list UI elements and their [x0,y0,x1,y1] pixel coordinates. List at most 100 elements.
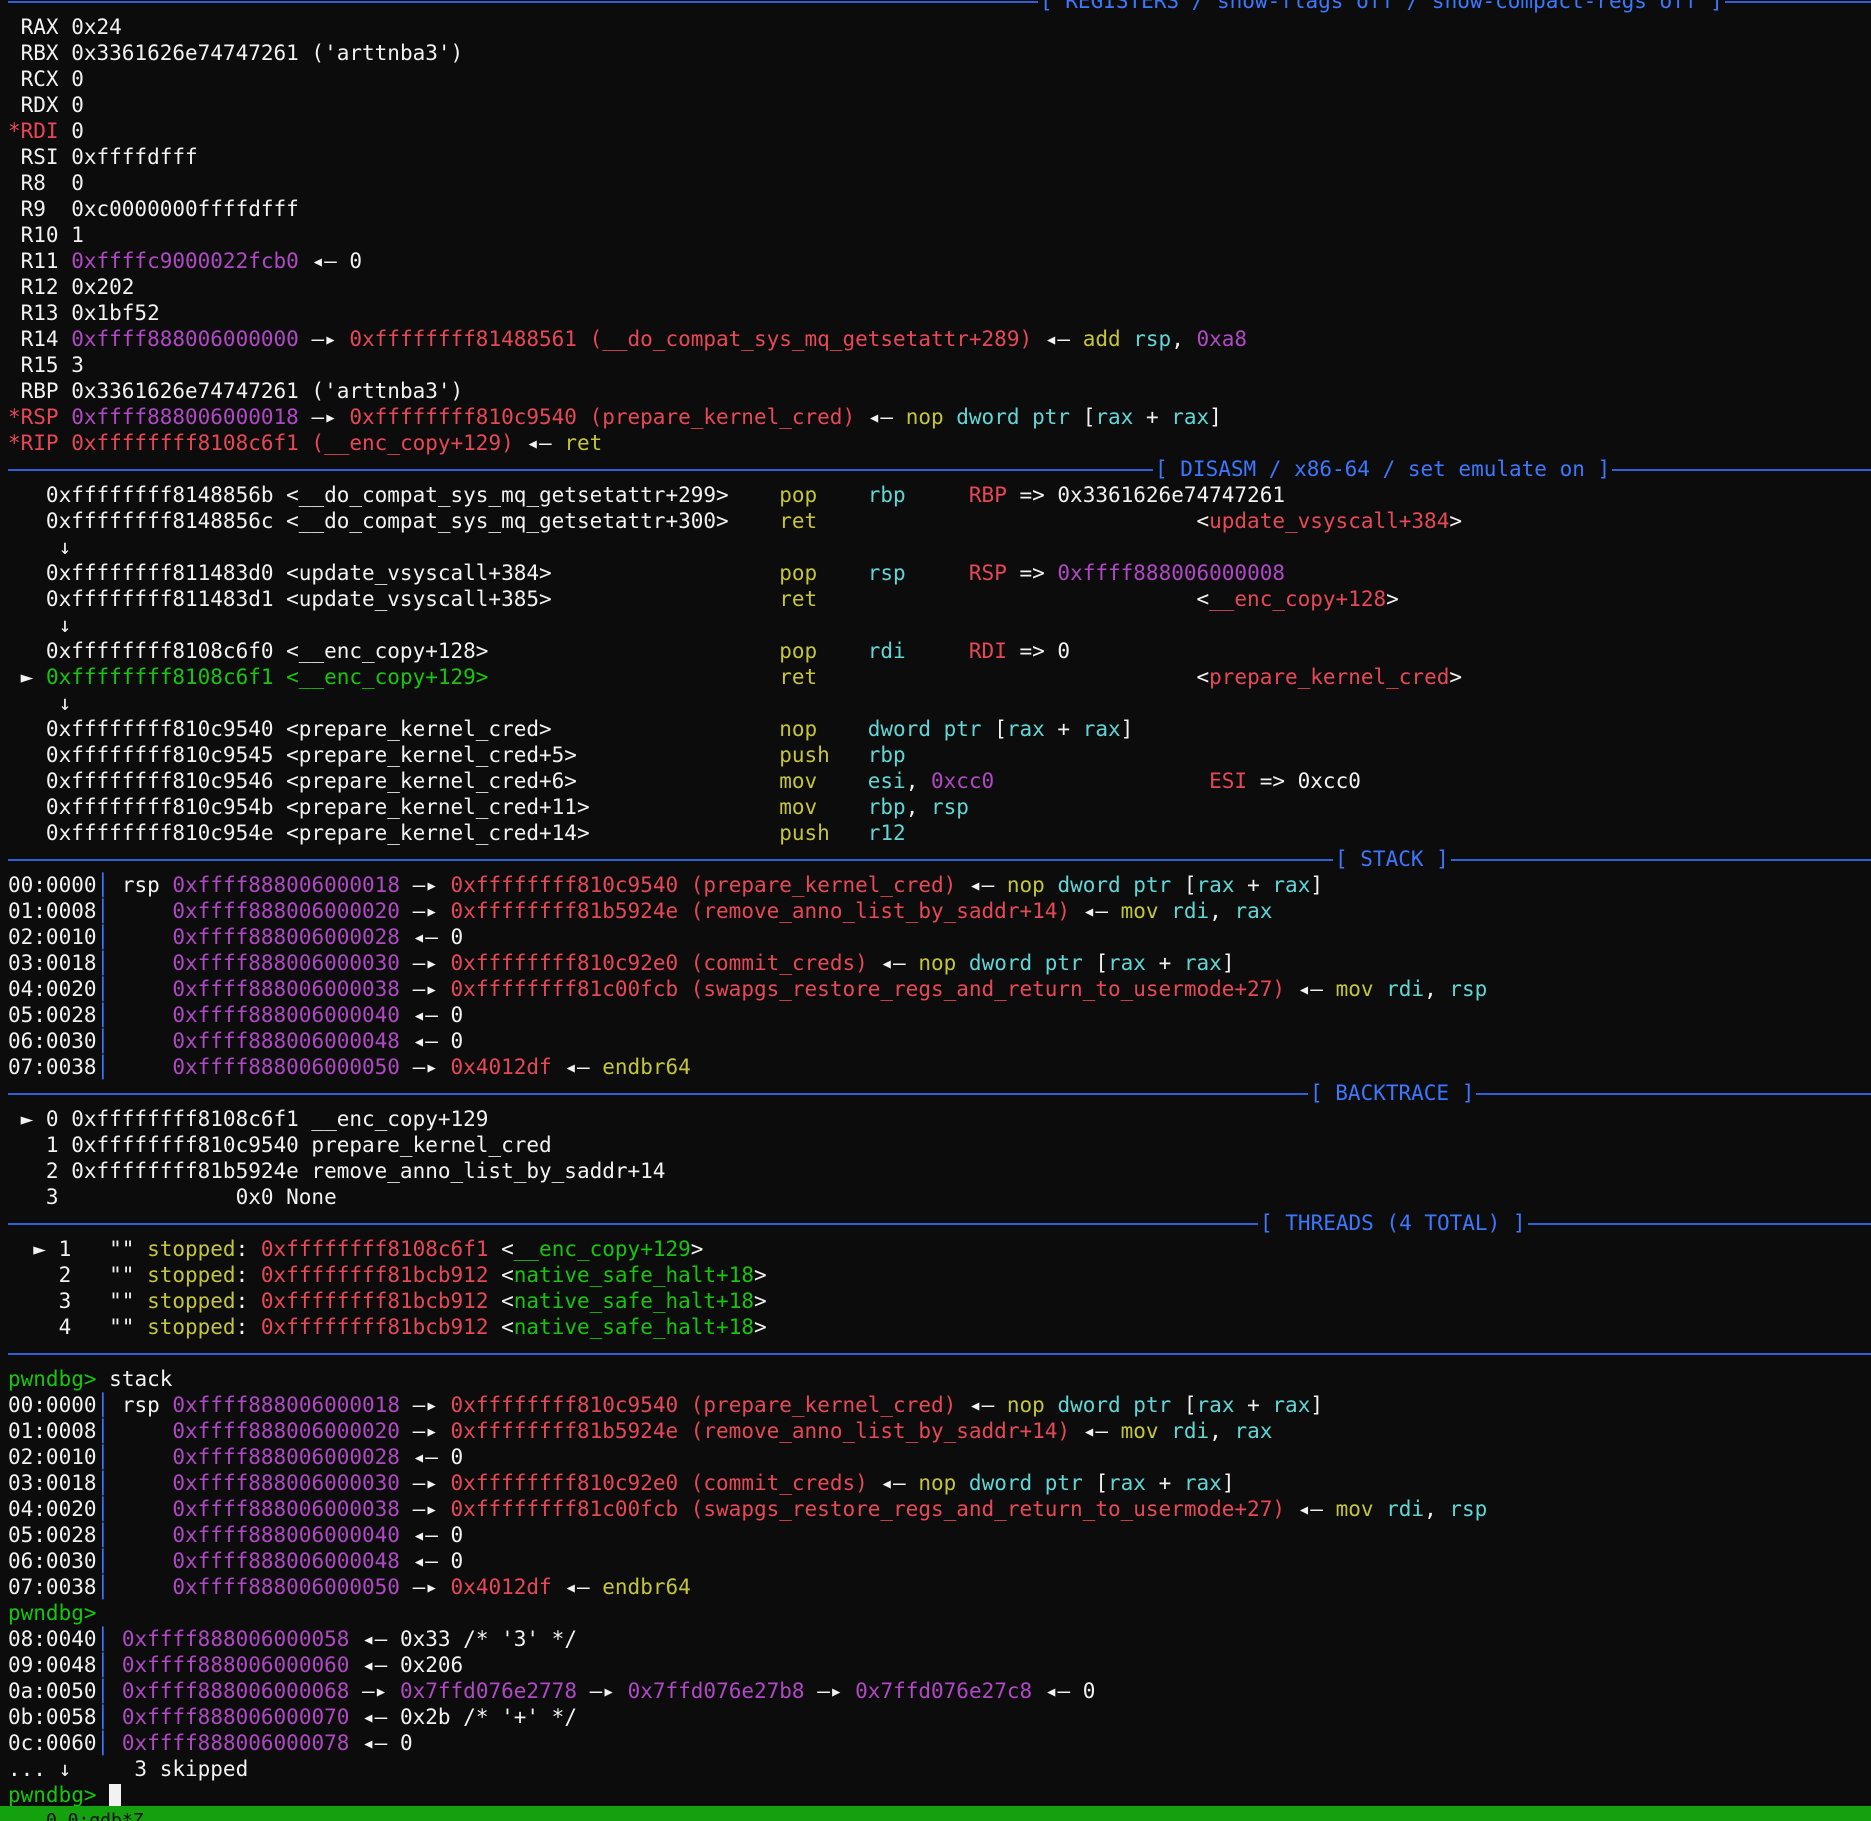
disasm-line-segment: ↓ [8,535,72,559]
stack-row-segment: —▸ [399,873,451,897]
stack-row-segment: —▸ [576,1679,628,1703]
stack-row-segment: 00:0000 [8,873,97,897]
register-row: R13 0x1bf52 [8,300,1871,326]
stack-row-segment: 0xffffffff81c00fcb (swapgs_restore_regs_… [450,977,1285,1001]
stack-row-segment: , [1209,1419,1235,1443]
thread-row-segment: : [235,1263,261,1287]
disasm-line-segment: 0xcc0 [930,769,1210,793]
thread-row: ► 1 "" stopped: 0xffffffff8108c6f1 <__en… [8,1236,1871,1262]
stack-row-segment: 0xffffffff81b5924e (remove_anno_list_by_… [450,1419,1071,1443]
disasm-line: ↓ [8,534,1871,560]
stack-row-segment: rsp [1449,1497,1488,1521]
backtrace-frame: ► 0 0xffffffff8108c6f1 __enc_copy+129 [8,1106,1871,1132]
disasm-line: 0xffffffff811483d1 <update_vsyscall+385>… [8,586,1871,612]
disasm-line-segment: 0xffffffff8108c6f1 <__enc_copy+129> [45,665,780,689]
thread-row-segment: stopped [147,1263,236,1287]
stack-row: 04:0020│ 0xffff888006000038 —▸ 0xfffffff… [8,1496,1871,1522]
stack-row-segment: ] [1310,873,1323,897]
disasm-line-segment: ret [779,587,1197,611]
register-row: R14 0xffff888006000000 —▸ 0xffffffff8148… [8,326,1871,352]
disasm-line-segment: rsp [867,561,969,585]
stack-row-segment: [ [1183,873,1197,897]
register-name: RSI [8,145,72,169]
register-value: 0x3361626e74747261 ('arttnba3') [71,379,464,403]
thread-row-segment: 0xffffffff81bcb912 [260,1263,489,1287]
stack-row-segment: 0xffff888006000078 [121,1731,350,1755]
stack-header: [ STACK ] [8,846,1871,872]
stack-row-segment: nop [1006,873,1058,897]
register-name: R15 [8,353,72,377]
terminal[interactable]: [ REGISTERS / show-flags off / show-comp… [8,0,1871,1808]
disasm-line-segment: < [1196,509,1210,533]
disasm-line-segment: 0xffffffff810c954b <prepare_kernel_cred+… [8,795,780,819]
register-value: 0x3361626e74747261 ('arttnba3') [71,41,464,65]
stack-row-segment: │ [96,951,173,975]
text-cursor [109,1784,122,1806]
disasm-line: 0xffffffff810c9546 <prepare_kernel_cred+… [8,768,1871,794]
stack-row-segment: │ [96,1029,173,1053]
register-value: 1 [71,223,84,247]
disasm-line-segment: 0xffffffff810c9545 <prepare_kernel_cred+… [8,743,780,767]
stack-row-segment: 04:0020 [8,977,97,1001]
stack-row-segment: 0xffffffff81c00fcb (swapgs_restore_regs_… [450,1497,1285,1521]
disasm-line: ↓ [8,690,1871,716]
register-row: RBP 0x3361626e74747261 ('arttnba3') [8,378,1871,404]
register-row: RBX 0x3361626e74747261 ('arttnba3') [8,40,1871,66]
backtrace-frame: 3 0x0 None [8,1184,1871,1210]
register-value: dword ptr [956,405,1083,429]
register-value: 0xffff888006000000 [71,327,299,351]
stack-row-segment: —▸ [399,1393,451,1417]
register-value: 0 [71,93,84,117]
stack-row-segment: 0x4012df [450,1575,552,1599]
stack-row-segment: 0c:0060 [8,1731,97,1755]
stack-row-segment: ◂— [551,1055,603,1079]
backtrace-header: [ BACKTRACE ] [8,1080,1871,1106]
disasm-line-segment: nop [779,717,868,741]
register-name: RBP [8,379,72,403]
disasm-line-segment: r12 [867,821,906,845]
stack-row-segment: + [1234,1393,1273,1417]
stack-row-segment: 02:0010 [8,1445,97,1469]
register-value: 0xffffffff8108c6f1 (__enc_copy+129) [71,431,514,455]
disasm-line-segment: > [1449,509,1462,533]
register-value: 0xc0000000ffffdfff [71,197,299,221]
register-value: 0xffffffff810c9540 (prepare_kernel_cred) [349,405,856,429]
register-value: + [1133,405,1172,429]
stack-row-segment: [ [1095,951,1109,975]
stack-row-segment: —▸ [349,1679,400,1703]
stack-row-segment: mov [1335,977,1387,1001]
thread-row-segment: 3 "" [8,1289,148,1313]
register-value: 3 [71,353,84,377]
registers-header: [ REGISTERS / show-flags off / show-comp… [8,0,1871,14]
thread-row-segment: ► 1 "" [8,1237,148,1261]
stack-row-segment: dword ptr [1057,873,1184,897]
disasm-line-segment: push [779,821,868,845]
register-row: *RSP 0xffff888006000018 —▸ 0xffffffff810… [8,404,1871,430]
disasm-line-segment: RDI [968,639,1007,663]
stack-row-segment: │ [96,1653,122,1677]
stack-output-more: 08:0040│ 0xffff888006000058 ◂— 0x33 /* '… [8,1626,1871,1782]
disasm-line-segment: ↓ [8,691,72,715]
register-value: [ [1082,405,1096,429]
disasm-line-segment: > [1449,665,1463,689]
stack-row-segment: rsp [121,873,173,897]
disasm-line-segment: + [1044,717,1083,741]
stack-row-segment: 00:0000 [8,1393,97,1417]
disasm-line: 0xffffffff8148856c <__do_compat_sys_mq_g… [8,508,1871,534]
stack-row-segment: dword ptr [1057,1393,1184,1417]
register-row: R12 0x202 [8,274,1871,300]
register-value: ret [564,431,603,455]
stack-row-segment: 08:0040 [8,1627,97,1651]
stack-row: 05:0028│ 0xffff888006000040 ◂— 0 [8,1522,1871,1548]
register-name: RDX [8,93,72,117]
stack-row: 02:0010│ 0xffff888006000028 ◂— 0 [8,1444,1871,1470]
register-row: R8 0 [8,170,1871,196]
threads-panel: ► 1 "" stopped: 0xffffffff8108c6f1 <__en… [8,1236,1871,1340]
input-line[interactable]: pwndbg> [8,1782,1871,1808]
stack-row-segment: 0xffff888006000020 [172,1419,400,1443]
stack-row-segment: rdi [1386,1497,1425,1521]
disasm-line-segment: ret [779,665,1197,689]
stack-row-segment: + [1234,873,1273,897]
stack-row-segment: mov [1120,899,1172,923]
stack-row-segment: │ [96,1549,173,1573]
